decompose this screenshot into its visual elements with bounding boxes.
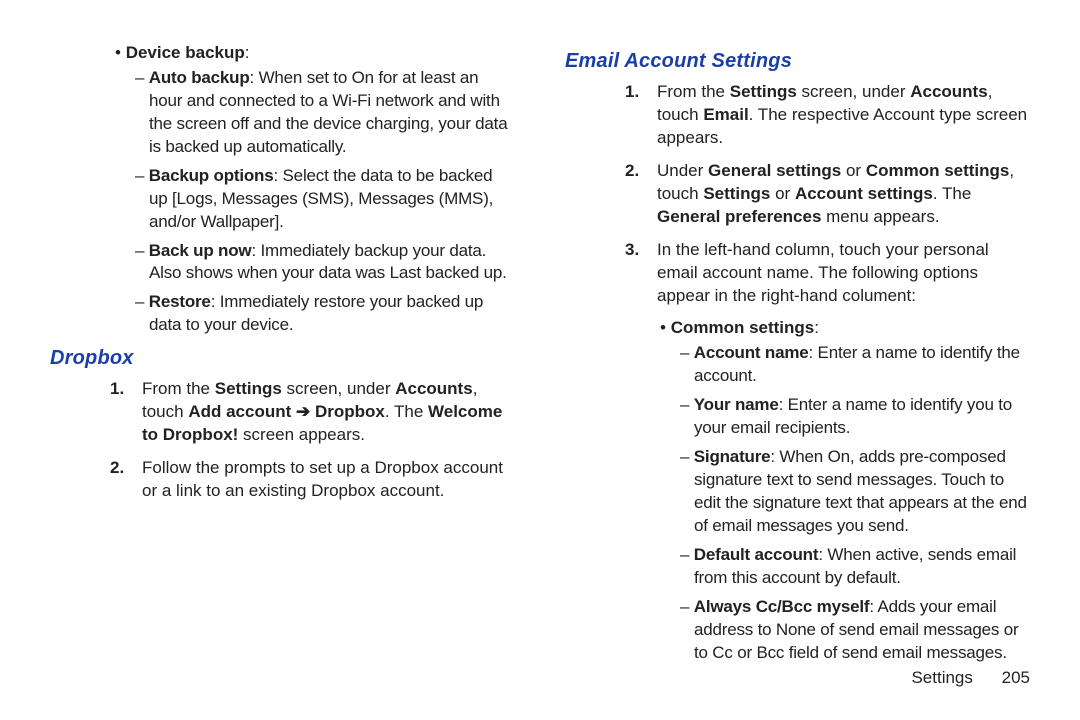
device-backup-item: Backup options: Select the data to be ba…	[135, 165, 515, 234]
common-settings-item: Default account: When active, sends emai…	[680, 544, 1030, 590]
device-backup-header: Device backup:	[115, 42, 515, 65]
footer-page: 205	[1002, 668, 1030, 687]
device-backup-header-text: Device backup	[126, 43, 245, 62]
page: Device backup: Auto backup: When set to …	[0, 0, 1080, 720]
email-title: Email Account Settings	[565, 48, 1030, 75]
list-item: 2. Follow the prompts to set up a Dropbo…	[110, 457, 515, 503]
right-column: Email Account Settings 1. From the Setti…	[540, 40, 1030, 700]
dropbox-steps: 1. From the Settings screen, under Accou…	[50, 378, 515, 503]
common-settings-header: Common settings:	[660, 317, 1030, 340]
email-steps: 1. From the Settings screen, under Accou…	[565, 81, 1030, 307]
list-item: 3. In the left-hand column, touch your p…	[625, 239, 1030, 308]
left-column: Device backup: Auto backup: When set to …	[50, 40, 540, 700]
dropbox-title: Dropbox	[50, 345, 515, 372]
step-body: From the Settings screen, under Accounts…	[142, 379, 502, 444]
page-footer: Settings 205	[540, 667, 1030, 690]
device-backup-item: Auto backup: When set to On for at least…	[135, 67, 515, 159]
step-body: Under General settings or Common setting…	[657, 161, 1014, 226]
common-settings-item: Always Cc/Bcc myself: Adds your email ad…	[680, 596, 1030, 665]
common-settings-item: Signature: When On, adds pre-composed si…	[680, 446, 1030, 538]
device-backup-item: Back up now: Immediately backup your dat…	[135, 240, 515, 286]
common-settings-item: Account name: Enter a name to identify t…	[680, 342, 1030, 388]
step-body: Follow the prompts to set up a Dropbox a…	[142, 458, 503, 500]
step-body: In the left-hand column, touch your pers…	[657, 240, 989, 305]
common-settings-item: Your name: Enter a name to identify you …	[680, 394, 1030, 440]
list-item: 1. From the Settings screen, under Accou…	[625, 81, 1030, 150]
list-item: 2. Under General settings or Common sett…	[625, 160, 1030, 229]
list-item: 1. From the Settings screen, under Accou…	[110, 378, 515, 447]
footer-section: Settings	[911, 668, 972, 687]
step-body: From the Settings screen, under Accounts…	[657, 82, 1027, 147]
device-backup-item: Restore: Immediately restore your backed…	[135, 291, 515, 337]
